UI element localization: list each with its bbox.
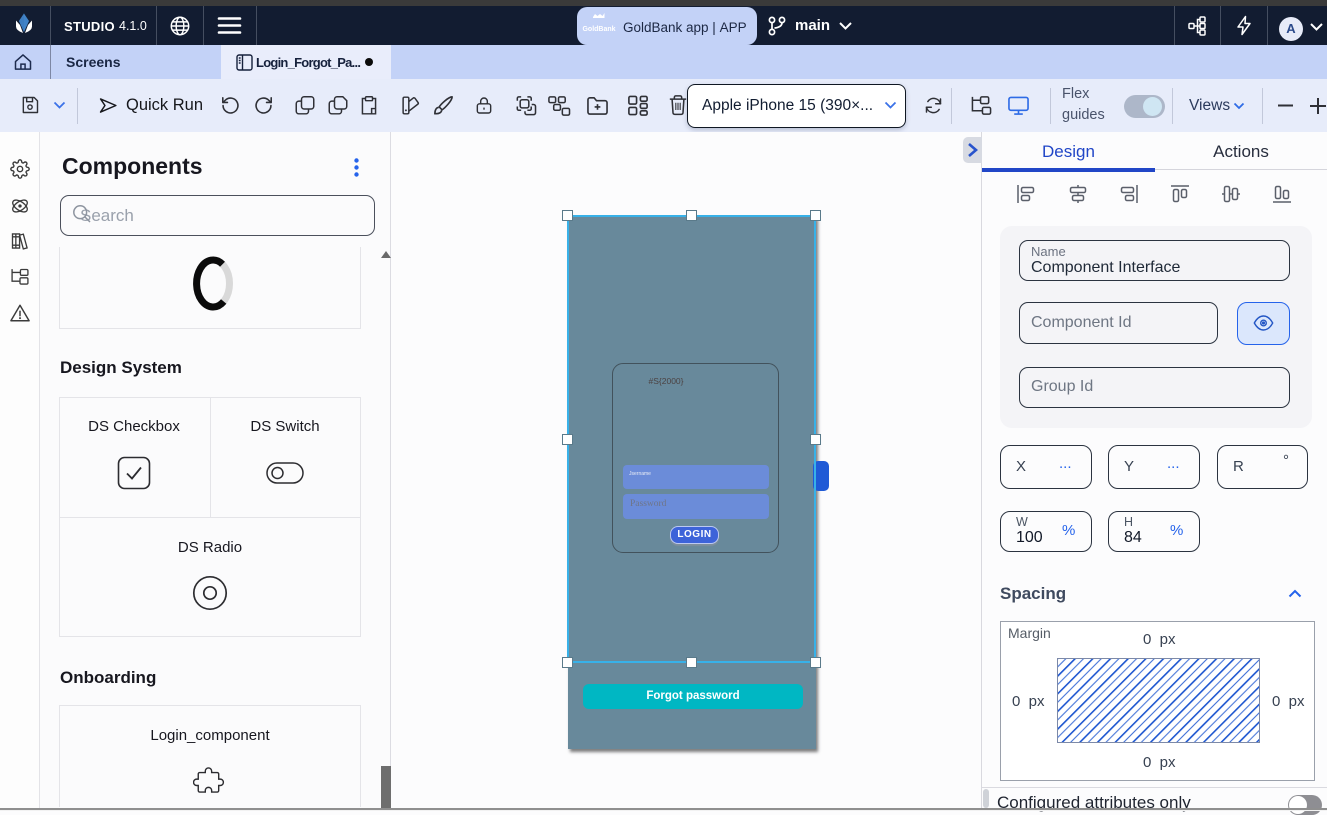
svg-text:GoldBank: GoldBank: [582, 26, 615, 33]
